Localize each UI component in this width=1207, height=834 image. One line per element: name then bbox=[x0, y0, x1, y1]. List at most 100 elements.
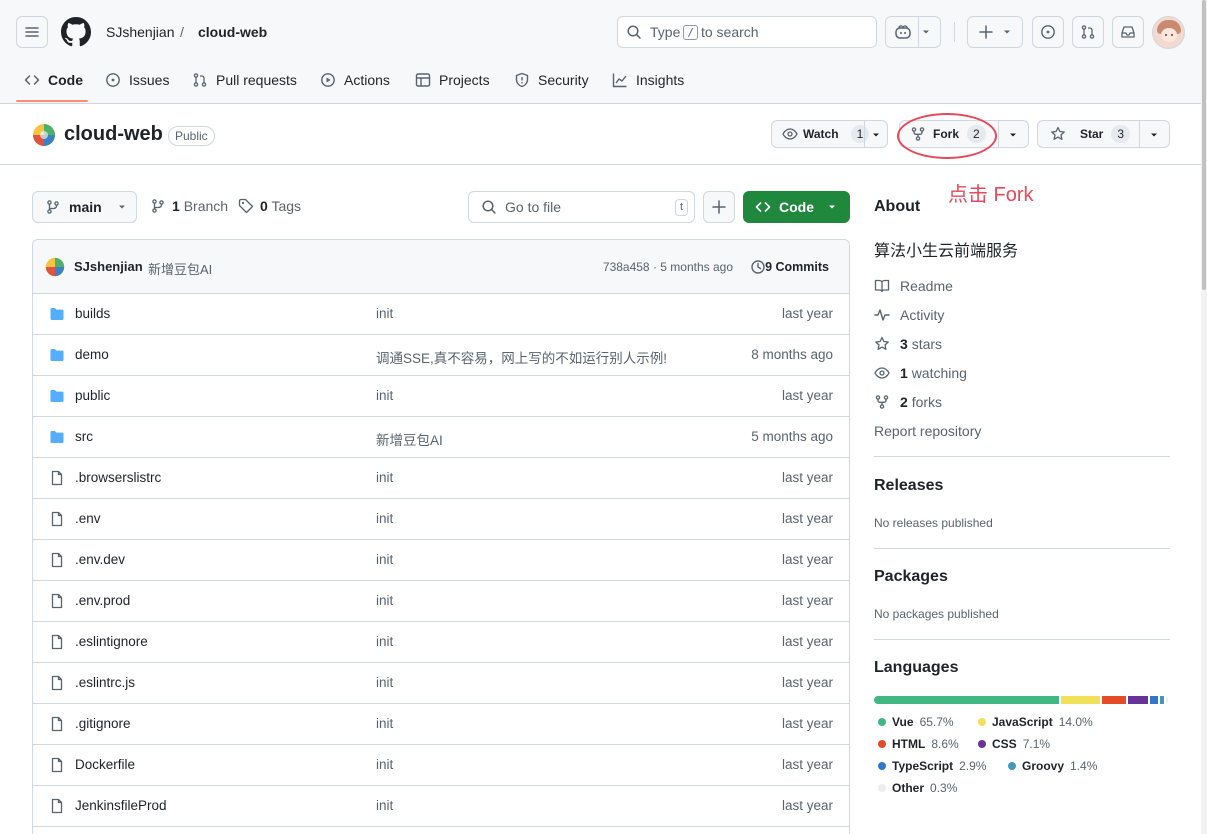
forks-link[interactable]: 2 forks bbox=[874, 394, 942, 410]
file-row[interactable]: .gitignore init last year bbox=[33, 704, 849, 745]
tab-insights[interactable]: Insights bbox=[612, 64, 684, 96]
file-name[interactable]: .env.dev bbox=[75, 552, 125, 567]
commit-message[interactable]: 新增豆包AI bbox=[148, 259, 212, 278]
file-row[interactable]: .env.dev init last year bbox=[33, 540, 849, 581]
file-commit-message[interactable]: init bbox=[376, 634, 393, 649]
tab-pull-requests[interactable]: Pull requests bbox=[192, 64, 297, 96]
chevron-down-icon[interactable] bbox=[1150, 131, 1158, 139]
file-name[interactable]: public bbox=[75, 388, 110, 403]
breadcrumb-repo[interactable]: cloud-web bbox=[198, 24, 267, 40]
language-item[interactable]: HTML 8.6% bbox=[878, 737, 959, 751]
tab-issues[interactable]: Issues bbox=[105, 64, 169, 96]
branches-label: Branch bbox=[183, 198, 229, 214]
file-commit-message[interactable]: init bbox=[376, 306, 393, 321]
file-commit-message[interactable]: 调通SSE,真不容易，网上写的不如运行别人示例! bbox=[376, 347, 667, 367]
language-item[interactable]: CSS 7.1% bbox=[978, 737, 1050, 751]
branch-selector[interactable]: main bbox=[32, 191, 137, 223]
menu-button[interactable] bbox=[16, 16, 48, 48]
chevron-down-icon bbox=[1004, 30, 1010, 34]
inbox-button[interactable] bbox=[1112, 16, 1144, 48]
github-logo-icon[interactable] bbox=[61, 17, 91, 47]
star-button[interactable]: Star 3 bbox=[1037, 120, 1170, 148]
code-icon bbox=[24, 75, 40, 85]
file-name[interactable]: .gitignore bbox=[75, 716, 131, 731]
file-name[interactable]: builds bbox=[75, 306, 110, 321]
pull-requests-button[interactable] bbox=[1072, 16, 1104, 48]
file-row[interactable]: demo 调通SSE,真不容易，网上写的不如运行别人示例! 8 months ago bbox=[33, 335, 849, 376]
chevron-down-icon[interactable] bbox=[1009, 131, 1017, 139]
packages-heading[interactable]: Packages bbox=[874, 568, 948, 586]
tab-code[interactable]: Code bbox=[24, 64, 83, 96]
breadcrumb-owner[interactable]: SJshenjian bbox=[106, 24, 175, 40]
file-commit-message[interactable]: init bbox=[376, 388, 393, 403]
file-icon bbox=[51, 593, 63, 609]
file-commit-message[interactable]: init bbox=[376, 716, 393, 731]
file-name[interactable]: demo bbox=[75, 347, 109, 362]
releases-heading[interactable]: Releases bbox=[874, 477, 943, 495]
create-new-button[interactable] bbox=[967, 16, 1023, 48]
file-name[interactable]: .eslintrc.js bbox=[75, 675, 135, 690]
tab-security[interactable]: Security bbox=[514, 64, 589, 96]
repo-name[interactable]: cloud-web bbox=[64, 123, 163, 146]
folder-icon-wrap bbox=[49, 429, 65, 445]
file-row[interactable]: builds init last year bbox=[33, 294, 849, 335]
file-name[interactable]: JenkinsfileProd bbox=[75, 798, 167, 813]
language-name: JavaScript bbox=[992, 715, 1053, 729]
copilot-button[interactable] bbox=[885, 16, 941, 48]
readme-link[interactable]: Readme bbox=[874, 278, 953, 294]
file-row[interactable]: .eslintignore init last year bbox=[33, 622, 849, 663]
watch-button[interactable]: Watch 1 bbox=[771, 120, 888, 148]
author-avatar-icon[interactable] bbox=[45, 257, 65, 277]
file-row[interactable]: src 新增豆包AI 5 months ago bbox=[33, 417, 849, 458]
file-name[interactable]: .eslintignore bbox=[75, 634, 148, 649]
language-item[interactable]: TypeScript 2.9% bbox=[878, 759, 986, 773]
file-commit-message[interactable]: init bbox=[376, 798, 393, 813]
stars-link[interactable]: 3 stars bbox=[874, 336, 942, 352]
file-name[interactable]: Dockerfile bbox=[75, 757, 135, 772]
file-name[interactable]: .env.prod bbox=[75, 593, 130, 608]
file-name[interactable]: .browserslistrc bbox=[75, 470, 161, 485]
language-name: HTML bbox=[892, 737, 926, 751]
branches-link[interactable]: 1 Branch bbox=[150, 198, 228, 214]
scrollbar[interactable] bbox=[1201, 0, 1207, 834]
file-commit-message[interactable]: init bbox=[376, 511, 393, 526]
file-commit-message[interactable]: init bbox=[376, 470, 393, 485]
language-item[interactable]: JavaScript 14.0% bbox=[978, 715, 1093, 729]
file-row[interactable]: .env.prod init last year bbox=[33, 581, 849, 622]
report-repository-link[interactable]: Report repository bbox=[874, 423, 981, 439]
file-commit-message[interactable]: init bbox=[376, 757, 393, 772]
avatar[interactable] bbox=[1152, 16, 1185, 49]
tags-link[interactable]: 0 Tags bbox=[238, 198, 301, 214]
commit-author[interactable]: SJshenjian bbox=[74, 259, 143, 274]
activity-link[interactable]: Activity bbox=[874, 307, 944, 323]
commit-hash-time[interactable]: 738a458 · 5 months ago bbox=[603, 260, 733, 274]
repo-avatar-icon bbox=[33, 124, 55, 146]
add-file-button[interactable] bbox=[703, 191, 735, 223]
chevron-down-icon[interactable] bbox=[872, 131, 880, 139]
file-row[interactable]: .env init last year bbox=[33, 499, 849, 540]
scrollbar-thumb[interactable] bbox=[1202, 0, 1206, 290]
file-commit-message[interactable]: 新增豆包AI bbox=[376, 429, 443, 449]
file-row[interactable]: Dockerfile init last year bbox=[33, 745, 849, 786]
file-row[interactable]: .browserslistrc init last year bbox=[33, 458, 849, 499]
tab-actions[interactable]: Actions bbox=[320, 64, 390, 96]
search-input[interactable]: Type / to search bbox=[617, 16, 877, 48]
language-item[interactable]: Vue 65.7% bbox=[878, 715, 954, 729]
commits-link[interactable]: 9 Commits bbox=[765, 260, 829, 274]
file-row[interactable]: JenkinsfileProd init last year bbox=[33, 786, 849, 827]
language-item[interactable]: Groovy 1.4% bbox=[1008, 759, 1097, 773]
file-name[interactable]: src bbox=[75, 429, 93, 444]
file-row[interactable]: public init last year bbox=[33, 376, 849, 417]
issues-button[interactable] bbox=[1032, 16, 1064, 48]
go-to-file-input[interactable]: Go to file t bbox=[468, 191, 695, 223]
language-item[interactable]: Other 0.3% bbox=[878, 781, 957, 795]
code-dropdown-button[interactable]: Code bbox=[743, 191, 850, 223]
watching-link[interactable]: 1 watching bbox=[874, 365, 967, 381]
file-commit-message[interactable]: init bbox=[376, 552, 393, 567]
file-commit-message[interactable]: init bbox=[376, 593, 393, 608]
file-row[interactable]: .eslintrc.js init last year bbox=[33, 663, 849, 704]
tab-projects[interactable]: Projects bbox=[415, 64, 490, 96]
file-commit-message[interactable]: init bbox=[376, 675, 393, 690]
file-name[interactable]: .env bbox=[75, 511, 101, 526]
divider bbox=[874, 548, 1170, 549]
